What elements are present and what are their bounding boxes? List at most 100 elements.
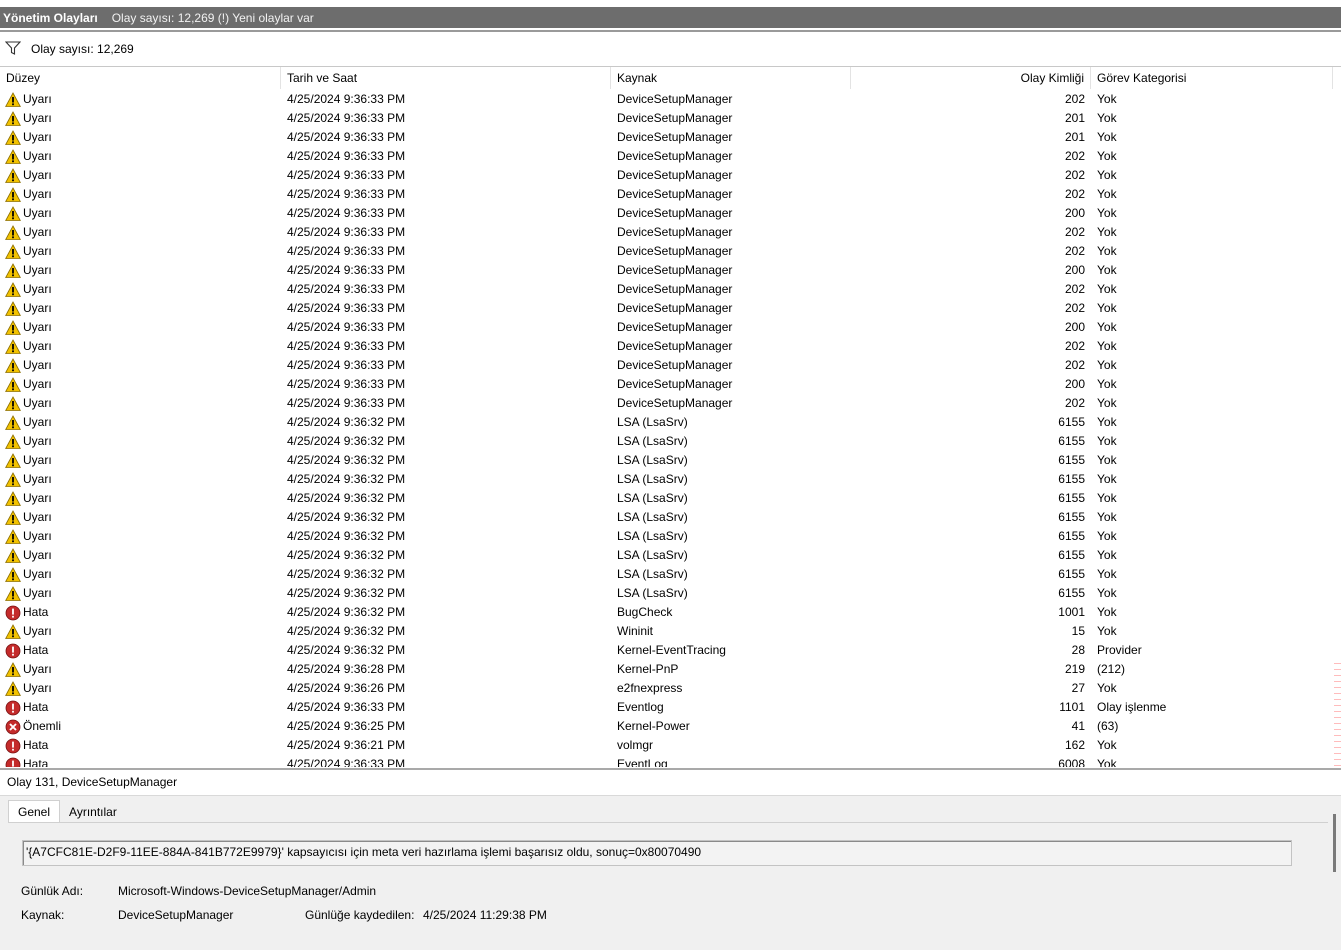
event-id-cell: 28	[1071, 643, 1085, 657]
category-cell: Yok	[1097, 301, 1117, 315]
level-label: Uyarı	[23, 168, 52, 182]
table-row[interactable]: Uyarı 4/25/2024 9:36:32 PM LSA (LsaSrv) 615…	[0, 527, 1341, 546]
source-cell: e2fnexpress	[617, 681, 683, 695]
logged-value: 4/25/2024 11:29:38 PM	[423, 908, 547, 922]
table-row[interactable]: Uyarı 4/25/2024 9:36:32 PM LSA (LsaSrv) 615…	[0, 432, 1341, 451]
warning-icon	[5, 680, 23, 697]
warning-icon	[5, 661, 23, 678]
table-row[interactable]: Uyarı 4/25/2024 9:36:33 PM DeviceSetupMana…	[0, 166, 1341, 185]
warning-icon	[5, 585, 23, 602]
warning-icon	[5, 395, 23, 412]
filter-icon[interactable]	[4, 40, 31, 59]
level-cell: Hata	[5, 736, 275, 755]
table-row[interactable]: Uyarı 4/25/2024 9:36:33 PM DeviceSetupMana…	[0, 242, 1341, 261]
column-task-category[interactable]: Görev Kategorisi	[1091, 67, 1333, 89]
level-label: Uyarı	[23, 377, 52, 391]
table-row[interactable]: Uyarı 4/25/2024 9:36:32 PM LSA (LsaSrv) 615…	[0, 489, 1341, 508]
general-panel: '{A7CFC81E-D2F9-11EE-884A-841B772E9979}'…	[8, 822, 1328, 949]
table-row[interactable]: Uyarı 4/25/2024 9:36:32 PM LSA (LsaSrv) 615…	[0, 565, 1341, 584]
table-row[interactable]: Uyarı 4/25/2024 9:36:32 PM LSA (LsaSrv) 615…	[0, 413, 1341, 432]
level-label: Hata	[23, 757, 49, 767]
tab-general[interactable]: Genel	[8, 800, 61, 822]
source-cell: DeviceSetupManager	[617, 282, 733, 296]
level-cell: Uyarı	[5, 565, 275, 584]
category-cell: Yok	[1097, 472, 1117, 486]
table-row[interactable]: Uyarı 4/25/2024 9:36:33 PM DeviceSetupMana…	[0, 375, 1341, 394]
warning-icon	[5, 490, 23, 507]
column-level[interactable]: Düzey	[0, 67, 281, 89]
table-row[interactable]: Hata 4/25/2024 9:36:32 PM Kernel-EventTrac…	[0, 641, 1341, 660]
table-row[interactable]: Uyarı 4/25/2024 9:36:33 PM DeviceSetupMana…	[0, 128, 1341, 147]
source-cell: DeviceSetupManager	[617, 320, 733, 334]
event-id-cell: 202	[1064, 396, 1085, 410]
level-cell: Uyarı	[5, 622, 275, 641]
table-row[interactable]: Uyarı 4/25/2024 9:36:33 PM DeviceSetupMana…	[0, 109, 1341, 128]
table-row[interactable]: Uyarı 4/25/2024 9:36:32 PM LSA (LsaSrv) 615…	[0, 451, 1341, 470]
table-row[interactable]: Uyarı 4/25/2024 9:36:28 PM Kernel-PnP 219 (2…	[0, 660, 1341, 679]
source-cell: DeviceSetupManager	[617, 187, 733, 201]
warning-icon	[5, 148, 23, 165]
table-row[interactable]: Hata 4/25/2024 9:36:33 PM EventLog 6008 Yok	[0, 755, 1341, 767]
table-row[interactable]: Uyarı 4/25/2024 9:36:33 PM DeviceSetupMana…	[0, 318, 1341, 337]
table-row[interactable]: Uyarı 4/25/2024 9:36:32 PM Wininit 15 Yok	[0, 622, 1341, 641]
table-row[interactable]: Hata 4/25/2024 9:36:33 PM Eventlog 1101 Olay…	[0, 698, 1341, 717]
table-row[interactable]: Uyarı 4/25/2024 9:36:33 PM DeviceSetupMana…	[0, 261, 1341, 280]
table-row[interactable]: Önemli 4/25/2024 9:36:25 PM Kernel-Power 41…	[0, 717, 1341, 736]
event-id-cell: 6155	[1058, 510, 1085, 524]
level-cell: Uyarı	[5, 508, 275, 527]
level-cell: Uyarı	[5, 109, 275, 128]
category-cell: Yok	[1097, 320, 1117, 334]
column-date[interactable]: Tarih ve Saat	[281, 67, 611, 89]
date-cell: 4/25/2024 9:36:33 PM	[287, 700, 406, 714]
table-row[interactable]: Uyarı 4/25/2024 9:36:32 PM LSA (LsaSrv) 615…	[0, 546, 1341, 565]
column-event-id[interactable]: Olay Kimliği	[851, 67, 1091, 89]
tab-details[interactable]: Ayrıntılar	[60, 801, 126, 823]
level-label: Uyarı	[23, 510, 52, 524]
event-id-cell: 6155	[1058, 567, 1085, 581]
table-row[interactable]: Uyarı 4/25/2024 9:36:33 PM DeviceSetupMana…	[0, 337, 1341, 356]
category-cell: Yok	[1097, 453, 1117, 467]
error-icon	[5, 738, 23, 754]
table-row[interactable]: Uyarı 4/25/2024 9:36:32 PM LSA (LsaSrv) 615…	[0, 508, 1341, 527]
date-cell: 4/25/2024 9:36:33 PM	[287, 757, 406, 767]
source-value: DeviceSetupManager	[118, 908, 234, 922]
table-row[interactable]: Uyarı 4/25/2024 9:36:32 PM LSA (LsaSrv) 615…	[0, 470, 1341, 489]
source-cell: LSA (LsaSrv)	[617, 586, 688, 600]
error-icon	[5, 643, 23, 659]
date-cell: 4/25/2024 9:36:32 PM	[287, 605, 406, 619]
level-cell: Uyarı	[5, 166, 275, 185]
level-label: Uyarı	[23, 434, 52, 448]
warning-icon	[5, 300, 23, 317]
table-row[interactable]: Uyarı 4/25/2024 9:36:33 PM DeviceSetupMana…	[0, 204, 1341, 223]
table-row[interactable]: Uyarı 4/25/2024 9:36:33 PM DeviceSetupMana…	[0, 147, 1341, 166]
table-row[interactable]: Uyarı 4/25/2024 9:36:32 PM LSA (LsaSrv) 615…	[0, 584, 1341, 603]
column-source[interactable]: Kaynak	[611, 67, 851, 89]
detail-scrollbar[interactable]	[1330, 796, 1338, 948]
date-cell: 4/25/2024 9:36:32 PM	[287, 586, 406, 600]
event-message[interactable]: '{A7CFC81E-D2F9-11EE-884A-841B772E9979}'…	[22, 840, 1292, 866]
separator	[0, 30, 1341, 32]
table-row[interactable]: Uyarı 4/25/2024 9:36:33 PM DeviceSetupMana…	[0, 299, 1341, 318]
table-row[interactable]: Uyarı 4/25/2024 9:36:33 PM DeviceSetupMana…	[0, 223, 1341, 242]
table-row[interactable]: Uyarı 4/25/2024 9:36:33 PM DeviceSetupMana…	[0, 394, 1341, 413]
scrollbar-thumb[interactable]	[1333, 814, 1336, 872]
table-row[interactable]: Uyarı 4/25/2024 9:36:26 PM e2fnexpress 27 Yo…	[0, 679, 1341, 698]
level-cell: Uyarı	[5, 185, 275, 204]
top-strip	[0, 0, 1341, 7]
level-cell: Uyarı	[5, 527, 275, 546]
table-row[interactable]: Uyarı 4/25/2024 9:36:33 PM DeviceSetupMana…	[0, 280, 1341, 299]
warning-icon	[5, 205, 23, 222]
event-id-cell: 202	[1064, 301, 1085, 315]
source-cell: DeviceSetupManager	[617, 244, 733, 258]
level-label: Uyarı	[23, 301, 52, 315]
event-id-cell: 15	[1071, 624, 1085, 638]
level-cell: Uyarı	[5, 394, 275, 413]
table-row[interactable]: Uyarı 4/25/2024 9:36:33 PM DeviceSetupMana…	[0, 356, 1341, 375]
table-row[interactable]: Hata 4/25/2024 9:36:21 PM volmgr 162 Yok	[0, 736, 1341, 755]
table-row[interactable]: Hata 4/25/2024 9:36:32 PM BugCheck 1001 Yok	[0, 603, 1341, 622]
table-row[interactable]: Uyarı 4/25/2024 9:36:33 PM DeviceSetupMana…	[0, 90, 1341, 109]
date-cell: 4/25/2024 9:36:33 PM	[287, 168, 406, 182]
table-row[interactable]: Uyarı 4/25/2024 9:36:33 PM DeviceSetupMana…	[0, 185, 1341, 204]
event-id-cell: 6155	[1058, 548, 1085, 562]
date-cell: 4/25/2024 9:36:26 PM	[287, 681, 406, 695]
